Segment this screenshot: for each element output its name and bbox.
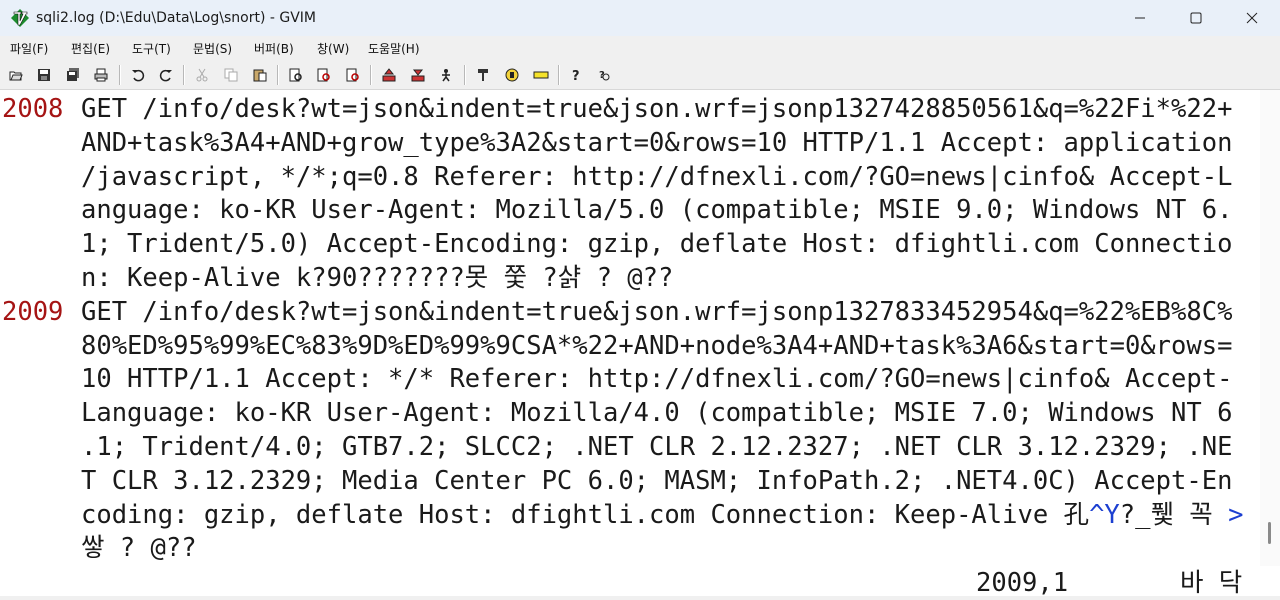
save-button[interactable]: [35, 66, 53, 84]
editor-line: /javascript, */*;q=0.8 Referer: http://d…: [81, 160, 1232, 194]
editor-line-text: .1; Trident/4.0; GTB7.2; SLCC2; .NET CLR…: [81, 432, 1233, 462]
editor-line: anguage: ko-KR User-Agent: Mozilla/5.0 (…: [81, 193, 1232, 227]
shell-button[interactable]: [503, 66, 521, 84]
paste-icon: [253, 69, 267, 82]
editor-line: 80%ED%95%99%EC%83%9D%ED%99%9CSA*%22+AND+…: [81, 329, 1232, 363]
editor-line-text: 80%ED%95%99%EC%83%9D%ED%99%9CSA*%22+AND+…: [81, 331, 1233, 361]
editor-line: .1; Trident/4.0; GTB7.2; SLCC2; .NET CLR…: [81, 430, 1232, 464]
editor-line: GET /info/desk?wt=json&indent=true&json.…: [81, 92, 1232, 126]
menu-tools[interactable]: 도구(T): [132, 40, 171, 57]
maximize-button[interactable]: [1168, 0, 1224, 36]
editor-line-text: 10 HTTP/1.1 Accept: */* Referer: http://…: [81, 364, 1233, 394]
window-title: sqli2.log (D:\Edu\Data\Log\snort) - GVIM: [36, 10, 316, 26]
scrollbar-thumb[interactable]: [1268, 522, 1271, 544]
cut-icon: [196, 68, 208, 82]
editor-line-text: Language: ko-KR User-Agent: Mozilla/4.0 …: [81, 398, 1233, 428]
menu-help[interactable]: 도움말(H): [368, 40, 420, 57]
menu-buffers[interactable]: 버퍼(B): [254, 40, 294, 57]
find-icon: [289, 68, 302, 82]
menu-window[interactable]: 창(W): [317, 40, 349, 57]
save-icon: [38, 69, 50, 81]
menu-syntax[interactable]: 문법(S): [193, 40, 232, 57]
paste-button[interactable]: [251, 66, 269, 84]
find-help-button[interactable]: ?: [596, 66, 614, 84]
editor-text-area[interactable]: 2008 GET /info/desk?wt=json&indent=true&j…: [0, 90, 1260, 566]
toolbar: ? ?: [0, 60, 1280, 90]
make-button[interactable]: [474, 66, 492, 84]
help-icon: ?: [572, 69, 580, 82]
find-help-icon: ?: [599, 70, 610, 81]
run-script-icon: [442, 69, 450, 82]
undo-icon: [132, 69, 145, 82]
editor-line: 10 HTTP/1.1 Accept: */* Referer: http://…: [81, 362, 1232, 396]
vertical-scrollbar[interactable]: [1260, 90, 1280, 566]
svg-text:?: ?: [572, 69, 580, 82]
save-session-icon: [411, 69, 425, 82]
open-button[interactable]: [7, 66, 25, 84]
copy-button[interactable]: [222, 66, 240, 84]
menu-bar: 파일(F) 편집(E) 도구(T) 문법(S) 버퍼(B) 창(W) 도움말(H…: [0, 36, 1280, 60]
undo-button[interactable]: [129, 66, 147, 84]
editor-line-text: GET /info/desk?wt=json&indent=true&json.…: [81, 297, 1233, 327]
print-icon: [94, 68, 108, 82]
editor-line-text: GET /info/desk?wt=json&indent=true&json.…: [81, 94, 1233, 124]
editor-line: T CLR 3.12.2329; Media Center PC 6.0; MA…: [81, 464, 1232, 498]
menu-file[interactable]: 파일(F): [10, 40, 48, 57]
copy-icon: [224, 68, 238, 82]
wrap-marker-icon: >: [1228, 500, 1244, 530]
save-session-button[interactable]: [409, 66, 427, 84]
editor-line: coding: gzip, deflate Host: dfightli.com…: [81, 498, 1243, 532]
find-prev-icon: [346, 68, 359, 82]
close-button[interactable]: [1224, 0, 1280, 36]
shell-icon: [505, 68, 519, 82]
title-bar: sqli2.log (D:\Edu\Data\Log\snort) - GVIM: [0, 0, 1280, 36]
make-icon: [478, 69, 488, 81]
cut-button[interactable]: [193, 66, 211, 84]
find-prev-button[interactable]: [344, 66, 362, 84]
control-char: ^Y: [1089, 500, 1120, 530]
load-session-button[interactable]: [380, 66, 398, 84]
redo-button[interactable]: [157, 66, 175, 84]
editor-line: n: Keep-Alive k?90???????못 쭟 ?샭 ? @??: [81, 261, 673, 295]
line-number: 2008: [2, 94, 64, 124]
editor-line-text: 1; Trident/5.0) Accept-Encoding: gzip, d…: [81, 229, 1233, 259]
close-icon: [1246, 12, 1258, 24]
editor-line-text: coding: gzip, deflate Host: dfightli.com…: [81, 500, 1090, 530]
print-button[interactable]: [92, 66, 110, 84]
load-session-icon: [382, 68, 396, 82]
help-button[interactable]: ?: [567, 66, 585, 84]
vim-app-icon: [11, 9, 29, 27]
editor-line: Language: ko-KR User-Agent: Mozilla/4.0 …: [81, 396, 1232, 430]
editor-line-text: n: Keep-Alive k?90???????못 쭟 ?샭 ? @??: [81, 263, 674, 293]
redo-icon: [159, 69, 172, 82]
editor-line-text: /javascript, */*;q=0.8 Referer: http://d…: [81, 162, 1233, 192]
find-next-icon: [317, 68, 330, 82]
minimize-icon: [1135, 17, 1145, 19]
editor-line-text: AND+task%3A4+AND+grow_type%3A2&start=0&r…: [81, 128, 1233, 158]
file-position: 바 닥: [1180, 568, 1243, 598]
editor-line: GET /info/desk?wt=json&indent=true&json.…: [81, 295, 1232, 329]
tags-icon: [533, 71, 549, 79]
minimize-button[interactable]: [1112, 0, 1168, 36]
window-bottom-edge: [0, 596, 1280, 600]
editor-line-text: 쌓 ? @??: [81, 533, 197, 563]
menu-edit[interactable]: 편집(E): [71, 40, 110, 57]
line-number: 2009: [2, 297, 64, 327]
cursor-position: 2009,1: [976, 568, 1069, 598]
save-all-icon: [67, 68, 79, 81]
editor-line-text: anguage: ko-KR User-Agent: Mozilla/5.0 (…: [81, 195, 1233, 225]
editor-line: 쌓 ? @??: [81, 531, 197, 565]
find-button[interactable]: [287, 66, 305, 84]
editor-line-rest: ?_퓇 꼭: [1119, 500, 1229, 530]
open-icon: [9, 71, 23, 81]
status-line: 2009,1 바 닥: [0, 566, 1280, 600]
editor-line: 1; Trident/5.0) Accept-Encoding: gzip, d…: [81, 227, 1232, 261]
save-all-button[interactable]: [64, 66, 82, 84]
editor-line-text: T CLR 3.12.2329; Media Center PC 6.0; MA…: [81, 466, 1233, 496]
tags-button[interactable]: [532, 66, 550, 84]
maximize-icon: [1190, 12, 1202, 24]
run-script-button[interactable]: [437, 66, 455, 84]
find-next-button[interactable]: [315, 66, 333, 84]
editor-line: AND+task%3A4+AND+grow_type%3A2&start=0&r…: [81, 126, 1232, 160]
